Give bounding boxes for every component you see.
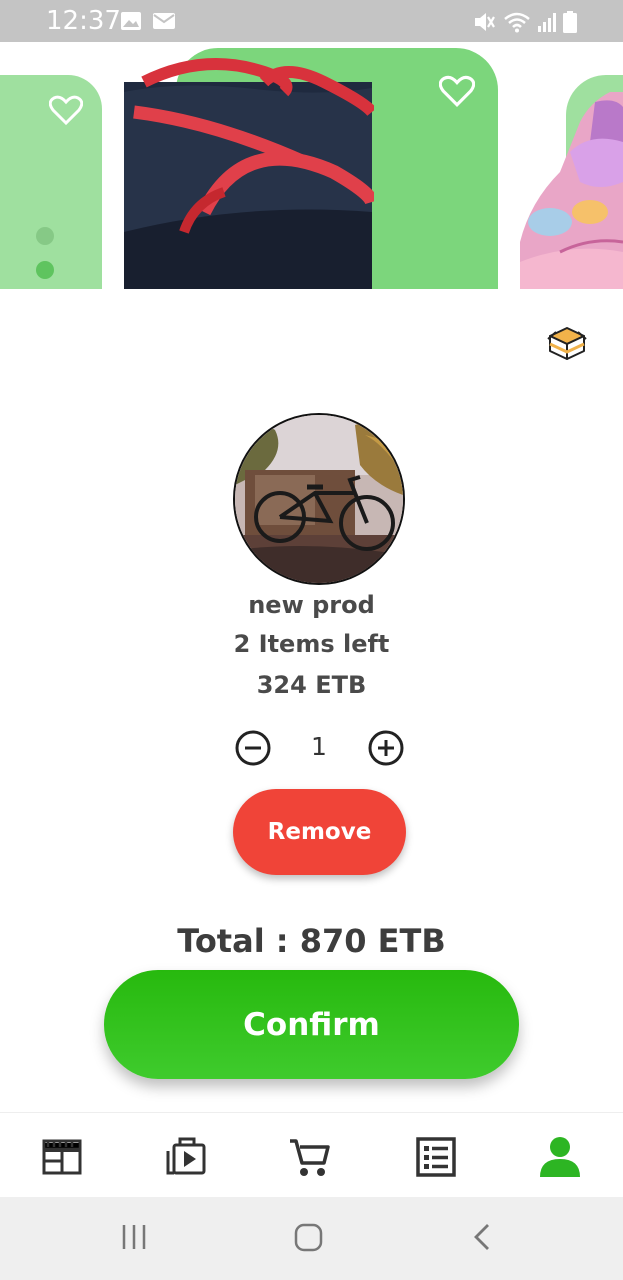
carousel-dot[interactable] <box>36 227 54 245</box>
confirm-button[interactable]: Confirm <box>104 970 519 1079</box>
favorite-heart-icon[interactable] <box>439 75 475 107</box>
remove-button[interactable]: Remove <box>233 789 406 875</box>
image-icon <box>121 12 141 30</box>
mail-icon <box>153 13 175 29</box>
order-total: Total : 870 ETB <box>177 922 446 960</box>
quantity-value: 1 <box>311 732 327 761</box>
stock-count: 2 Items left <box>233 630 390 658</box>
carousel-dot-active[interactable] <box>36 261 54 279</box>
product-name: new prod <box>248 591 375 619</box>
cart-icon[interactable] <box>288 1135 332 1179</box>
product-price: 324 ETB <box>256 671 367 699</box>
list-icon[interactable] <box>414 1135 458 1179</box>
bicycle-product-image <box>235 415 403 583</box>
status-time: 12:37 <box>46 6 121 36</box>
profile-icon[interactable] <box>538 1135 582 1179</box>
increase-quantity-icon[interactable] <box>367 729 405 767</box>
product-carousel[interactable] <box>0 42 623 292</box>
system-navigation-bar <box>0 1197 623 1280</box>
store-icon[interactable] <box>40 1135 84 1179</box>
bottom-navigation <box>0 1112 623 1199</box>
mute-icon <box>475 13 495 31</box>
decrease-quantity-icon[interactable] <box>234 729 272 767</box>
package-box-icon[interactable] <box>546 322 588 364</box>
sandal-product-image <box>124 58 374 289</box>
favorite-heart-icon[interactable] <box>49 95 83 125</box>
recent-apps-icon[interactable] <box>120 1223 148 1251</box>
status-bar: 12:37 <box>0 0 623 42</box>
home-icon[interactable] <box>294 1223 324 1253</box>
wifi-icon <box>504 12 530 33</box>
pink-shoe-product-image <box>520 92 623 289</box>
product-avatar <box>233 413 405 585</box>
video-library-icon[interactable] <box>164 1135 208 1179</box>
battery-icon <box>563 11 577 33</box>
back-icon[interactable] <box>470 1223 494 1251</box>
signal-icon <box>538 13 556 32</box>
